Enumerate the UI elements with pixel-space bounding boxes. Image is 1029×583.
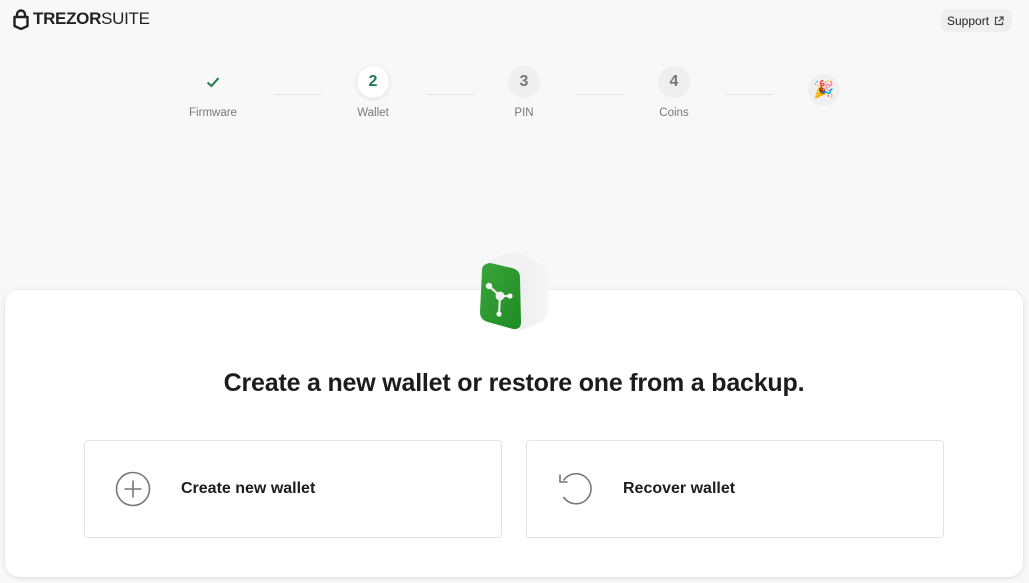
external-link-icon (994, 15, 1004, 25)
support-button[interactable]: Support (941, 9, 1013, 32)
page-title: Create a new wallet or restore one from … (223, 369, 805, 397)
step-connector (576, 94, 624, 95)
step-connector (426, 94, 474, 95)
option-label: Create new wallet (181, 480, 316, 497)
step-coins: 4 Coins (624, 66, 724, 119)
onboarding-stepper: Firmware 2 Wallet 3 PIN 4 Coins 🎉 (0, 66, 1029, 126)
choose-wallet-card: Create a new wallet or restore one from … (5, 290, 1023, 577)
logo-text-bold: TREZOR (33, 9, 102, 28)
step-label: Firmware (189, 107, 237, 119)
option-label: Recover wallet (623, 480, 736, 497)
support-label: Support (947, 13, 990, 28)
step-number: 2 (357, 66, 389, 98)
step-connector (726, 94, 774, 95)
step-label: PIN (514, 107, 534, 119)
step-wallet: 2 Wallet (323, 66, 423, 119)
wallet-safe-illustration (480, 253, 550, 330)
logo-text: TREZORSUITE (33, 9, 150, 29)
step-number: 3 (508, 66, 540, 98)
trezor-suite-logo: TREZORSUITE (13, 8, 150, 30)
padlock-icon (13, 8, 29, 30)
plus-circle-icon (115, 471, 151, 507)
recover-wallet-button[interactable]: Recover wallet (526, 440, 944, 538)
logo-text-light: SUITE (101, 9, 150, 28)
create-new-wallet-button[interactable]: Create new wallet (84, 440, 502, 538)
step-connector (273, 94, 321, 95)
party-popper-icon: 🎉 (808, 74, 840, 106)
step-firmware: Firmware (163, 66, 263, 119)
step-number: 4 (658, 66, 690, 98)
recover-arrow-icon (559, 472, 592, 505)
step-pin: 3 PIN (474, 66, 574, 119)
step-label: Wallet (357, 107, 389, 119)
checkmark-icon (197, 66, 229, 98)
step-label: Coins (659, 107, 689, 119)
